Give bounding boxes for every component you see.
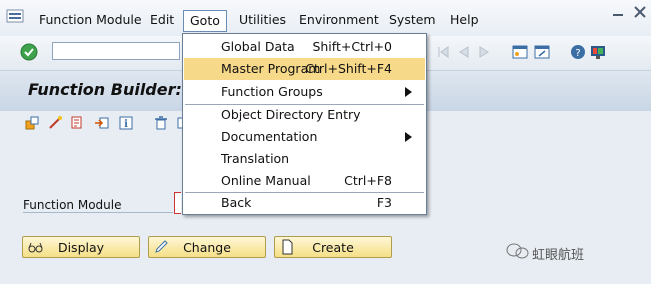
display-button[interactable]: Display xyxy=(22,236,140,258)
menu-item-label: Function Groups xyxy=(221,84,323,99)
watermark-logo-icon xyxy=(506,243,529,259)
where-used-icon[interactable] xyxy=(70,115,86,131)
new-session-icon[interactable] xyxy=(512,44,528,60)
function-module-input[interactable] xyxy=(174,192,181,214)
next-page-icon[interactable] xyxy=(476,44,492,60)
menu-item-label: Object Directory Entry xyxy=(221,107,361,122)
menu-system[interactable]: System xyxy=(386,12,439,27)
menu-item-label: Online Manual xyxy=(221,173,311,188)
information-icon[interactable]: i xyxy=(118,115,134,131)
create-button[interactable]: Create xyxy=(274,236,392,258)
delete-trash-icon[interactable] xyxy=(153,115,169,131)
menu-item-label: Back xyxy=(221,195,252,210)
menu-environment[interactable]: Environment xyxy=(296,12,382,27)
menu-item-label: Documentation xyxy=(221,129,318,144)
import-icon[interactable] xyxy=(94,115,110,131)
menu-item-master-program[interactable]: Master Program Ctrl+Shift+F4 xyxy=(184,58,425,80)
previous-page-icon[interactable] xyxy=(456,44,472,60)
menu-help[interactable]: Help xyxy=(447,12,482,27)
menu-item-documentation[interactable]: Documentation xyxy=(184,126,425,148)
menu-function-module[interactable]: Function Module xyxy=(36,12,145,27)
other-object-icon[interactable] xyxy=(24,115,40,131)
page-title: Function Builder: . xyxy=(28,80,194,99)
help-icon[interactable]: ? xyxy=(570,44,586,60)
menu-item-label: Translation xyxy=(221,151,290,166)
customize-layout-icon[interactable] xyxy=(590,44,606,60)
watermark-text: 虹眼航班 xyxy=(532,248,585,263)
first-page-icon[interactable] xyxy=(436,44,452,60)
label-underline xyxy=(23,212,173,213)
minimize-icon[interactable] xyxy=(611,6,625,18)
menu-item-online-manual[interactable]: Online Manual Ctrl+F8 xyxy=(184,170,425,192)
menu-item-shortcut: Ctrl+Shift+F4 xyxy=(305,61,392,76)
menu-item-translation[interactable]: Translation xyxy=(184,148,425,170)
close-icon[interactable] xyxy=(633,6,647,18)
menu-item-object-directory-entry[interactable]: Object Directory Entry xyxy=(184,104,425,126)
magic-wand-icon[interactable] xyxy=(47,115,63,131)
display-button-label: Display xyxy=(57,240,105,255)
change-button-label: Change xyxy=(183,240,231,255)
svg-text:?: ? xyxy=(575,48,580,59)
submenu-arrow-icon xyxy=(405,87,412,97)
command-field[interactable] xyxy=(52,42,180,60)
shortcut-icon[interactable] xyxy=(534,44,550,60)
menu-goto[interactable]: Goto xyxy=(183,10,227,32)
menu-item-label: Global Data xyxy=(221,39,295,54)
menu-edit[interactable]: Edit xyxy=(147,12,177,27)
menu-item-shortcut: Ctrl+F8 xyxy=(344,173,392,188)
menu-item-function-groups[interactable]: Function Groups xyxy=(184,81,425,103)
submenu-arrow-icon xyxy=(405,132,412,142)
menu-item-back[interactable]: Back F3 xyxy=(184,192,425,214)
sap-menu-icon[interactable] xyxy=(6,8,24,24)
create-button-label: Create xyxy=(312,240,354,255)
menu-item-global-data[interactable]: Global Data Shift+Ctrl+0 xyxy=(184,36,425,58)
change-button[interactable]: Change xyxy=(148,236,266,258)
goto-dropdown-menu: Global Data Shift+Ctrl+0 Master Program … xyxy=(182,33,427,215)
enter-checkmark-icon[interactable] xyxy=(20,43,38,61)
menu-utilities[interactable]: Utilities xyxy=(236,12,289,27)
svg-text:i: i xyxy=(124,119,128,130)
menu-item-shortcut: F3 xyxy=(376,195,392,210)
menu-bar: Function Module Edit Goto Utilities Envi… xyxy=(0,0,651,37)
menu-item-shortcut: Shift+Ctrl+0 xyxy=(312,39,392,54)
function-module-label: Function Module xyxy=(23,198,122,212)
